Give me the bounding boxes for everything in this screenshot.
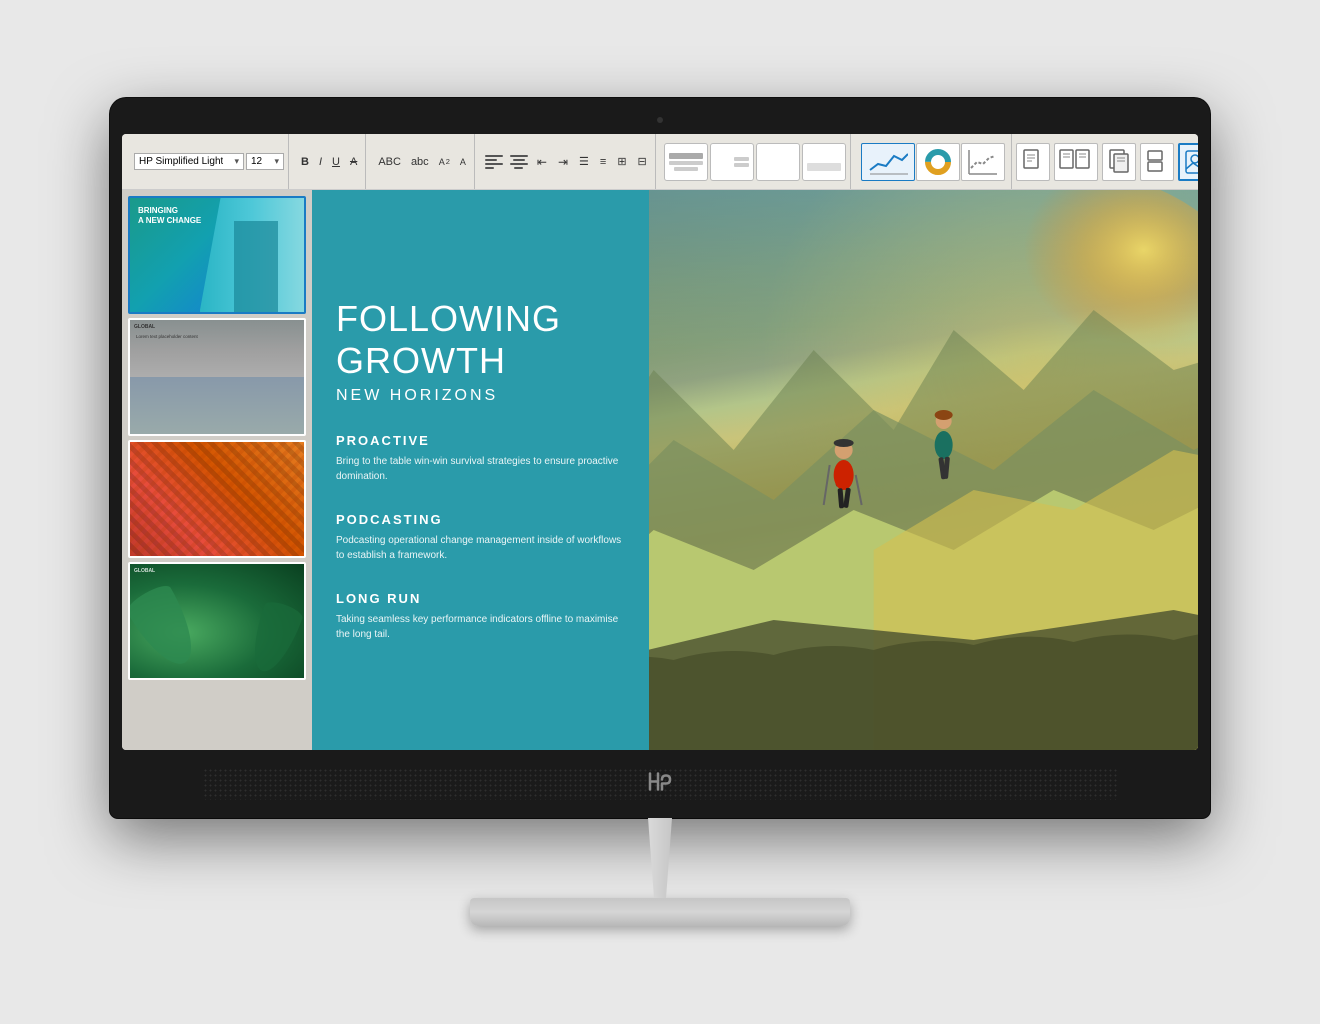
italic-button[interactable]: I — [315, 153, 326, 171]
layout-box-4[interactable] — [802, 143, 846, 181]
section1-body: Bring to the table win-win survival stra… — [336, 454, 625, 484]
slide-main-content: FOLLOWING GROWTH NEW HORIZONS PROACTIVE … — [312, 190, 1198, 750]
font-size-selector[interactable]: 12 ▾ — [246, 153, 284, 170]
strikethrough-icon: A — [350, 156, 357, 168]
slide-thumbnail-4[interactable]: GLOBAL — [128, 562, 306, 680]
content-area: BRINGINGA NEW CHANGE GLOBAL — [122, 190, 1198, 750]
slide-heading-line1: FOLLOWING — [336, 298, 625, 339]
stand-neck — [630, 818, 690, 898]
alignment-group: ⇤ ⇥ ☰ ≡ ⊞ ⊟ — [479, 134, 656, 189]
layout-boxes-group — [660, 134, 851, 189]
right-toolbar-group — [1016, 143, 1198, 181]
slide-thumbnail-3[interactable] — [128, 440, 306, 558]
stand-base — [470, 898, 850, 926]
bold-button[interactable]: B — [297, 153, 313, 171]
list-button3[interactable]: ⊞ — [613, 152, 630, 171]
superscript-button[interactable]: A2 — [435, 154, 454, 170]
slide-section-longrun: LONG RUN Taking seamless key performance… — [336, 591, 625, 642]
list-button1[interactable]: ☰ — [575, 152, 593, 171]
section1-title: PROACTIVE — [336, 433, 625, 448]
screen: HP Simplified Light ▾ 12 ▾ B I U A — [122, 134, 1198, 750]
main-slide: FOLLOWING GROWTH NEW HORIZONS PROACTIVE … — [312, 190, 1198, 750]
case-format-group: ABC abc A2 A — [370, 134, 475, 189]
slide1-text: BRINGINGA NEW CHANGE — [138, 206, 201, 227]
mountain-scene-svg — [649, 190, 1198, 750]
toolbar-row1: HP Simplified Light ▾ 12 ▾ B I U A — [122, 134, 1198, 190]
monitor-body: HP Simplified Light ▾ 12 ▾ B I U A — [110, 98, 1210, 818]
slide-heading-line2: GROWTH — [336, 340, 625, 381]
monitor-wrapper: HP Simplified Light ▾ 12 ▾ B I U A — [110, 98, 1210, 926]
slide-subheading: NEW HORIZONS — [336, 387, 625, 405]
slide-section-proactive: PROACTIVE Bring to the table win-win sur… — [336, 433, 625, 484]
document-icon-3[interactable] — [1102, 143, 1136, 181]
slide-thumbnail-2[interactable]: GLOBAL Lorem text placeholder content — [128, 318, 306, 436]
font-group: HP Simplified Light ▾ 12 ▾ — [130, 134, 289, 189]
font-selector[interactable]: HP Simplified Light ▾ — [134, 153, 244, 170]
list-button2[interactable]: ≡ — [596, 153, 610, 171]
document-icon-4[interactable] — [1140, 143, 1174, 181]
font-name-label: HP Simplified Light — [139, 156, 223, 167]
layout-box-2[interactable] — [710, 143, 754, 181]
camera-dot — [657, 117, 663, 123]
slide-left-panel: FOLLOWING GROWTH NEW HORIZONS PROACTIVE … — [312, 190, 649, 750]
strikethrough-button[interactable]: A — [346, 153, 361, 171]
camera-bar — [122, 110, 1198, 130]
line-chart-button[interactable] — [861, 143, 915, 181]
slides-panel[interactable]: BRINGINGA NEW CHANGE GLOBAL — [122, 190, 312, 750]
slide-heading: FOLLOWING GROWTH NEW HORIZONS — [336, 298, 625, 405]
scatter-chart-button[interactable] — [961, 143, 1005, 181]
size-dropdown-arrow[interactable]: ▾ — [274, 156, 279, 167]
slide-thumbnail-1[interactable]: BRINGINGA NEW CHANGE — [128, 196, 306, 314]
layout-box-3[interactable] — [756, 143, 800, 181]
hp-logo — [646, 772, 674, 797]
lowercase-button[interactable]: abc — [407, 153, 433, 171]
text-format-group: B I U A — [293, 134, 366, 189]
donut-chart-button[interactable] — [916, 143, 960, 181]
document-icon-2[interactable] — [1054, 143, 1098, 181]
slide-photo-area — [649, 190, 1198, 750]
slide-section-podcasting: PODCASTING Podcasting operational change… — [336, 512, 625, 563]
font-size-label: 12 — [251, 156, 262, 167]
section2-title: PODCASTING — [336, 512, 625, 527]
subscript-button[interactable]: A — [456, 154, 470, 170]
section3-body: Taking seamless key performance indicato… — [336, 612, 625, 642]
list-button4[interactable]: ⊟ — [634, 152, 651, 171]
speaker-bar — [122, 750, 1198, 818]
section2-body: Podcasting operational change management… — [336, 533, 625, 563]
photo-button[interactable] — [1178, 143, 1198, 181]
underline-button[interactable]: U — [328, 153, 344, 171]
indent-button1[interactable]: ⇤ — [533, 152, 551, 172]
section3-title: LONG RUN — [336, 591, 625, 606]
slide4-label: GLOBAL — [134, 568, 155, 574]
chart-group — [855, 134, 1012, 189]
font-dropdown-arrow[interactable]: ▾ — [234, 156, 239, 167]
indent-button2[interactable]: ⇥ — [554, 152, 572, 172]
layout-box-1[interactable] — [664, 143, 708, 181]
uppercase-button[interactable]: ABC — [374, 153, 405, 171]
align-center-button[interactable] — [508, 153, 530, 171]
document-icon-1[interactable] — [1016, 143, 1050, 181]
align-left-button[interactable] — [483, 153, 505, 171]
